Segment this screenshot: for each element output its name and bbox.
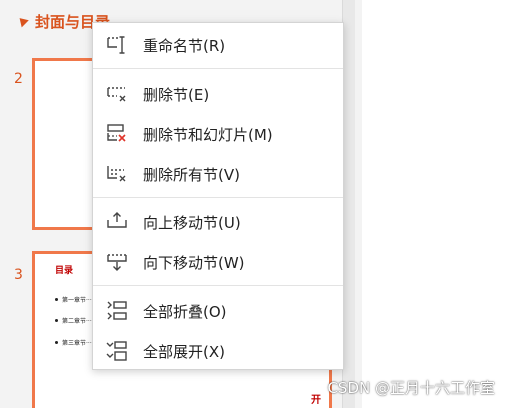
menu-item-label: 删除节(E) (143, 85, 210, 104)
menu-item-label: 向下移动节(W) (143, 253, 245, 272)
slide-bullet: 第一章节····· (55, 295, 96, 304)
menu-separator (93, 197, 343, 198)
move-section-up-icon (104, 209, 130, 235)
app-window: 封面与目录 2 3 目录 第一章节····· 第二章节····· 第三章节···… (0, 0, 505, 408)
collapse-arrow-icon[interactable] (16, 14, 29, 28)
watermark: CSDN @正月十六工作室 (327, 379, 495, 397)
slide-title: 目录 (55, 266, 74, 276)
slide-number: 2 (14, 71, 23, 87)
menu-separator (93, 285, 343, 286)
menu-item-move-section-down[interactable]: 向下移动节(W) (93, 244, 343, 280)
menu-item-move-section-up[interactable]: 向上移动节(U) (93, 204, 343, 240)
menu-item-expand-all[interactable]: 全部展开(X) (93, 333, 343, 369)
section-context-menu: 重命名节(R) 删除节(E) 删除节和幻灯片(M) 删除所有节(V) 向上移动节… (92, 22, 344, 370)
menu-separator (93, 68, 343, 69)
rename-section-icon (104, 32, 130, 58)
slide-text: 开 (311, 395, 321, 406)
slide-bullet: 第二章节····· (55, 316, 96, 325)
menu-item-label: 重命名节(R) (143, 36, 226, 55)
menu-item-delete-section[interactable]: 删除节(E) (93, 76, 343, 112)
expand-all-icon (104, 338, 130, 364)
menu-item-label: 删除所有节(V) (143, 165, 240, 184)
menu-item-delete-all-sections[interactable]: 删除所有节(V) (93, 156, 343, 192)
delete-section-icon (104, 81, 130, 107)
collapse-all-icon (104, 298, 130, 324)
menu-item-label: 向上移动节(U) (143, 213, 241, 232)
panel-divider (355, 0, 362, 408)
slide-number: 3 (14, 267, 23, 283)
menu-item-rename-section[interactable]: 重命名节(R) (93, 27, 343, 63)
menu-item-label: 删除节和幻灯片(M) (143, 125, 273, 144)
menu-item-collapse-all[interactable]: 全部折叠(O) (93, 293, 343, 329)
slide-editing-area[interactable] (362, 0, 505, 408)
delete-all-sections-icon (104, 161, 130, 187)
delete-section-and-slides-icon (104, 121, 130, 147)
move-section-down-icon (104, 249, 130, 275)
slide-bullet: 第三章节····· (55, 338, 96, 347)
menu-item-label: 全部折叠(O) (143, 302, 227, 321)
menu-item-label: 全部展开(X) (143, 342, 225, 361)
menu-item-delete-section-and-slides[interactable]: 删除节和幻灯片(M) (93, 116, 343, 152)
